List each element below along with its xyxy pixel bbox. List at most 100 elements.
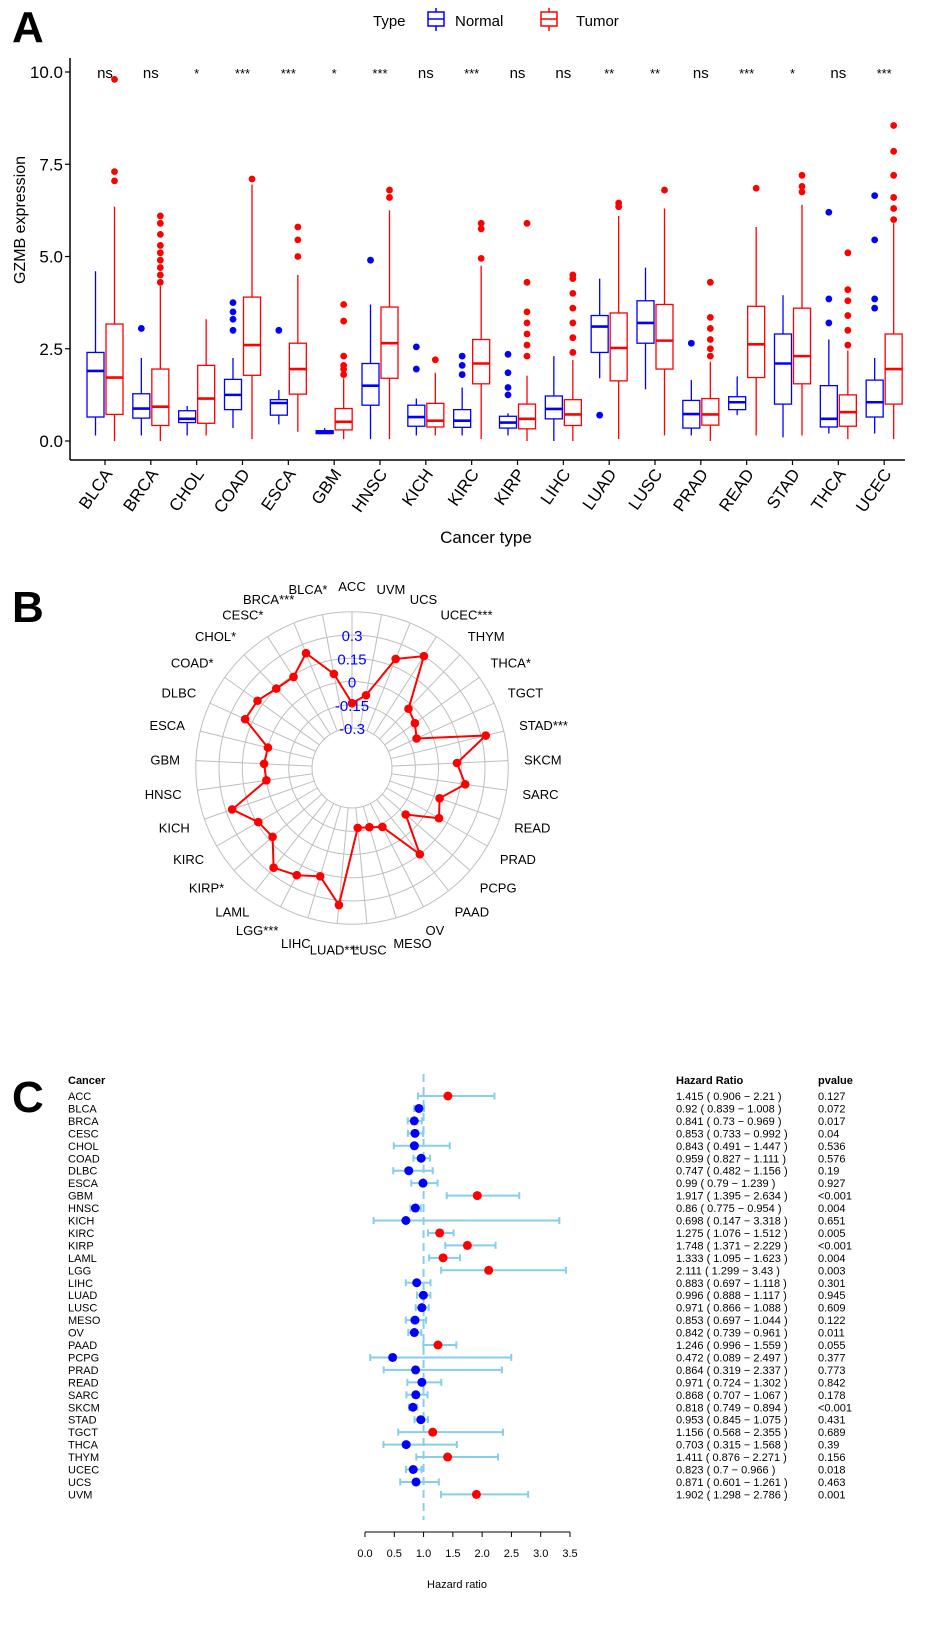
outlier-point bbox=[294, 253, 302, 260]
outlier-point bbox=[890, 122, 898, 129]
significance-label: ns bbox=[97, 65, 113, 82]
cancer-label: UCEC bbox=[68, 1465, 99, 1477]
x-tick-label: UCEC bbox=[852, 465, 895, 515]
forest-plot: Cancer Hazard Ratio pvalue Hazard ratio … bbox=[68, 1074, 853, 1591]
outlier-point bbox=[844, 312, 852, 319]
box-iqr bbox=[747, 305, 766, 379]
legend: Type Normal Tumor bbox=[373, 8, 619, 31]
box-iqr bbox=[655, 303, 674, 370]
pvalue-label: 0.004 bbox=[818, 1203, 846, 1215]
outlier-point bbox=[844, 286, 852, 294]
hazard-ratio-point bbox=[416, 1415, 426, 1425]
box-tumor-hnsc bbox=[380, 186, 399, 440]
hazard-ratio-point bbox=[433, 1340, 443, 1350]
hazard-ratio-point bbox=[417, 1377, 427, 1387]
radar-category-label: KIRC bbox=[173, 852, 204, 867]
box-normal-lihc bbox=[544, 356, 563, 441]
outlier-point bbox=[798, 182, 806, 190]
hazard-ratio-point bbox=[404, 1166, 414, 1176]
hazard-ratio-point bbox=[417, 1303, 427, 1313]
forest-row-laml: LAML 1.333 ( 1.095 − 1.623 ) 0.004 bbox=[68, 1253, 846, 1265]
x-tick-label: 2.5 bbox=[504, 1548, 519, 1560]
box-normal-blca bbox=[86, 271, 105, 436]
outlier-point bbox=[458, 352, 466, 360]
radar-point-kirc bbox=[253, 817, 263, 827]
pvalue-label: 0.018 bbox=[818, 1465, 846, 1477]
cancer-label: DLBC bbox=[68, 1166, 97, 1178]
box-iqr bbox=[517, 403, 537, 430]
outlier-point bbox=[275, 326, 283, 334]
box-tumor-stad bbox=[792, 171, 812, 436]
pvalue-label: 0.127 bbox=[818, 1091, 846, 1103]
pvalue-label: 0.689 bbox=[818, 1427, 846, 1439]
box-normal-ucec bbox=[865, 192, 884, 434]
outlier-point bbox=[386, 186, 393, 194]
hazard-ratio-point bbox=[409, 1328, 419, 1338]
outlier-point bbox=[229, 315, 237, 323]
cancer-label: LUSC bbox=[68, 1303, 97, 1315]
hazard-ratio-label: 1.333 ( 1.095 − 1.623 ) bbox=[676, 1253, 788, 1265]
hazard-ratio-label: 1.748 ( 1.371 − 2.229 ) bbox=[676, 1240, 788, 1252]
outlier-point bbox=[504, 391, 512, 399]
x-tick-label: ESCA bbox=[257, 465, 299, 514]
outlier-point bbox=[458, 371, 466, 378]
forest-row-kich: KICH 0.698 ( 0.147 − 3.318 ) 0.651 bbox=[68, 1216, 846, 1228]
pvalue-label: 0.003 bbox=[818, 1265, 846, 1277]
pvalue-label: 0.04 bbox=[818, 1128, 839, 1140]
radar-point-tgct bbox=[412, 734, 421, 743]
x-tick-label: 1.5 bbox=[445, 1548, 460, 1560]
radar-category-label: UCS bbox=[410, 592, 438, 607]
grid-spoke bbox=[376, 799, 449, 892]
hazard-ratio-label: 1.246 ( 0.996 − 1.559 ) bbox=[676, 1340, 788, 1352]
radar-category-label: COAD* bbox=[171, 655, 214, 670]
significance-label: ns bbox=[510, 65, 526, 82]
hazard-ratio-label: 0.747 ( 0.482 − 1.156 ) bbox=[676, 1166, 788, 1178]
outlier-point bbox=[569, 334, 577, 342]
forest-row-cesc: CESC 0.853 ( 0.733 − 0.992 ) 0.04 bbox=[68, 1128, 839, 1140]
outlier-point bbox=[367, 256, 374, 264]
radar-point-luad bbox=[334, 900, 344, 910]
hazard-ratio-point bbox=[401, 1216, 411, 1225]
box-tumor-gbm bbox=[334, 301, 353, 440]
radar-category-label: LAML bbox=[215, 904, 249, 919]
significance-label: ns bbox=[555, 65, 571, 82]
hazard-ratio-label: 0.971 ( 0.866 − 1.088 ) bbox=[676, 1303, 788, 1315]
hazard-ratio-label: 0.971 ( 0.724 − 1.302 ) bbox=[676, 1377, 788, 1389]
outlier-point bbox=[504, 350, 512, 358]
hazard-ratio-point bbox=[401, 1440, 411, 1450]
hazard-ratio-label: 1.275 ( 1.076 − 1.512 ) bbox=[676, 1228, 788, 1240]
radar-tick-label: 0.3 bbox=[342, 628, 363, 645]
box-iqr bbox=[792, 307, 812, 385]
radar-point-lgg bbox=[292, 870, 302, 880]
cancer-label: ESCA bbox=[68, 1178, 99, 1190]
pvalue-label: 0.301 bbox=[818, 1278, 846, 1290]
hazard-ratio-point bbox=[462, 1240, 472, 1250]
forest-row-lihc: LIHC 0.883 ( 0.697 − 1.118 ) 0.301 bbox=[68, 1278, 846, 1290]
hazard-ratio-label: 0.883 ( 0.697 − 1.118 ) bbox=[676, 1278, 787, 1290]
radar-point-brca bbox=[301, 648, 311, 658]
radar-point-meso bbox=[365, 822, 374, 832]
header-hazard-ratio: Hazard Ratio bbox=[676, 1075, 744, 1087]
forest-row-chol: CHOL 0.843 ( 0.491 − 1.447 ) 0.536 bbox=[68, 1141, 846, 1153]
outlier-point bbox=[504, 369, 512, 377]
pvalue-label: 0.178 bbox=[818, 1390, 846, 1402]
cancer-label: TGCT bbox=[68, 1427, 98, 1439]
x-tick-label: HNSC bbox=[348, 465, 391, 515]
outlier-point bbox=[229, 299, 237, 307]
y-axis-label: GZMB expression bbox=[12, 156, 29, 284]
pvalue-label: 0.017 bbox=[818, 1116, 846, 1128]
cancer-label: STAD bbox=[68, 1415, 97, 1427]
cancer-label: SKCM bbox=[68, 1402, 100, 1414]
outlier-point bbox=[661, 186, 668, 194]
cancer-label: MESO bbox=[68, 1315, 101, 1327]
outlier-point bbox=[890, 171, 898, 179]
outlier-point bbox=[871, 295, 879, 303]
forest-row-ucec: UCEC 0.823 ( 0.7 − 0.966 ) 0.018 bbox=[68, 1465, 846, 1477]
hazard-ratio-label: 0.703 ( 0.315 − 1.568 ) bbox=[676, 1440, 788, 1452]
outlier-point bbox=[825, 295, 833, 303]
outlier-point bbox=[340, 301, 348, 308]
forest-row-paad: PAAD 1.246 ( 0.996 − 1.559 ) 0.055 bbox=[68, 1340, 846, 1352]
hazard-ratio-point bbox=[418, 1178, 428, 1188]
forest-row-brca: BRCA 0.841 ( 0.73 − 0.969 ) 0.017 bbox=[68, 1116, 846, 1128]
box-normal-coad bbox=[223, 299, 243, 429]
